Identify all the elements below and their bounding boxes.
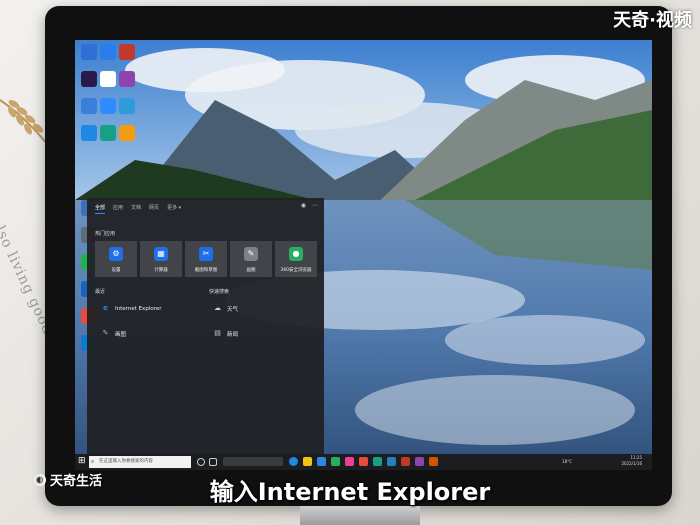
recent-item-label: 画图	[115, 331, 127, 338]
app-orange-icon[interactable]	[429, 457, 438, 466]
tab-apps[interactable]: 应用	[113, 204, 123, 214]
app-green-icon[interactable]	[331, 457, 340, 466]
app-teal-icon[interactable]	[373, 457, 382, 466]
quick-search-title: 快速搜索	[209, 289, 230, 295]
recent-item-paint[interactable]: ✎ 画图	[101, 329, 126, 338]
search-icon: ⌕	[91, 458, 95, 465]
desktop-screen: 全部 应用 文档 网页 更多 ▾ ◉ ⋯ 热门应用 ⚙ 设置 ▦ 计算器 ✂ 截…	[75, 40, 652, 470]
edge-icon[interactable]	[81, 125, 97, 141]
recent-title: 最近	[95, 289, 106, 295]
tile-calculator[interactable]: ▦ 计算器	[140, 241, 182, 277]
tab-more[interactable]: 更多 ▾	[167, 204, 181, 214]
tile-label: 360安全浏览器	[280, 268, 312, 273]
app-blue-icon[interactable]	[387, 457, 396, 466]
news-icon: ▤	[214, 329, 221, 337]
wps-icon[interactable]	[359, 457, 368, 466]
paint-icon: ✎	[102, 329, 109, 337]
more-options-icon[interactable]: ⋯	[312, 202, 318, 209]
winrar-icon[interactable]	[119, 71, 135, 87]
weather-icon: ☁	[214, 304, 221, 312]
clock-date: 2022/1/16	[621, 461, 642, 466]
edge-icon[interactable]	[289, 457, 298, 466]
cortana-icon[interactable]	[197, 458, 205, 466]
start-menu-panel: 全部 应用 文档 网页 更多 ▾ ◉ ⋯ 热门应用 ⚙ 设置 ▦ 计算器 ✂ 截…	[87, 198, 324, 454]
file-explorer-icon[interactable]	[303, 457, 312, 466]
app-purple-icon[interactable]	[415, 457, 424, 466]
quick-item-weather[interactable]: ☁ 天气	[213, 304, 238, 313]
tile-settings[interactable]: ⚙ 设置	[95, 241, 137, 277]
tile-paint[interactable]: ✎ 画图	[230, 241, 272, 277]
person-icon[interactable]	[81, 44, 97, 60]
calculator-icon: ▦	[154, 247, 168, 261]
app-pink-icon[interactable]	[345, 457, 354, 466]
quick-item-label: 新闻	[227, 331, 239, 338]
maxthon-icon[interactable]	[100, 44, 116, 60]
app-icon[interactable]	[119, 44, 135, 60]
tile-label: 设置	[111, 268, 121, 273]
taskbar: ⊞ ⌕ 在这里输入你要搜索的内容 18°C 11:25 2022/1/16	[75, 454, 652, 470]
clock[interactable]: 11:25 2022/1/16	[621, 455, 642, 467]
tab-all[interactable]: 全部	[95, 204, 106, 214]
quick-item-label: 天气	[227, 306, 239, 313]
recent-item-label: Internet Explorer	[115, 305, 162, 312]
internet-explorer-icon: e	[103, 304, 108, 312]
search-placeholder: 在这里输入你要搜索的内容	[99, 459, 153, 464]
taskbar-search-box-2[interactable]	[223, 457, 283, 466]
account-icon[interactable]: ◉	[301, 202, 306, 209]
tile-360-browser[interactable]: ● 360安全浏览器	[275, 241, 317, 277]
watermark-top-right: 天奇·视频	[613, 10, 692, 31]
tab-documents[interactable]: 文档	[131, 204, 141, 214]
360-browser-icon: ●	[289, 247, 303, 261]
feishu-icon[interactable]	[119, 98, 135, 114]
top-apps-title: 热门应用	[95, 231, 116, 237]
archive-icon[interactable]	[119, 125, 135, 141]
gear-icon: ⚙	[109, 247, 123, 261]
quick-item-news[interactable]: ▤ 新闻	[213, 329, 238, 338]
premiere-icon[interactable]	[81, 71, 97, 87]
tab-web[interactable]: 网页	[149, 204, 159, 214]
qq-icon[interactable]	[100, 71, 116, 87]
monitor-stand	[300, 506, 420, 525]
app-red-icon[interactable]	[401, 457, 410, 466]
media-player-icon[interactable]	[100, 125, 116, 141]
windows-start-icon[interactable]: ⊞	[78, 456, 86, 466]
tile-label: 画图	[246, 268, 256, 273]
chart-app-icon[interactable]	[81, 98, 97, 114]
paint-icon: ✎	[244, 247, 258, 261]
taskbar-search-input[interactable]: ⌕ 在这里输入你要搜索的内容	[89, 456, 191, 468]
tile-label: 计算器	[154, 268, 168, 273]
tile-label: 截图和草图	[194, 268, 218, 273]
baidu-netdisk-icon[interactable]	[100, 98, 116, 114]
video-subtitle: 输入Internet Explorer	[209, 478, 491, 506]
recent-item-internet-explorer[interactable]: e Internet Explorer	[101, 304, 162, 313]
task-view-icon[interactable]	[209, 458, 217, 466]
snip-icon: ✂	[199, 247, 213, 261]
tile-snip-sketch[interactable]: ✂ 截图和草图	[185, 241, 227, 277]
search-tabs: 全部 应用 文档 网页 更多 ▾	[95, 204, 181, 214]
temperature-text: 18°C	[562, 459, 572, 464]
store-icon[interactable]	[317, 457, 326, 466]
